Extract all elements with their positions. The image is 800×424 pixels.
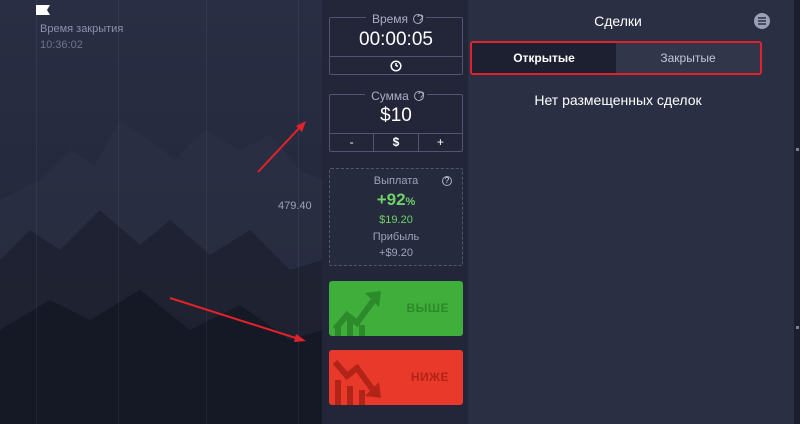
empty-deals-message: Нет размещенных сделок <box>534 92 702 108</box>
deals-title: Сделки <box>594 13 642 29</box>
deals-tabs: Открытые Закрытые <box>470 41 762 75</box>
edge-marker <box>796 148 799 151</box>
price-level-label: 479.40 <box>278 200 312 212</box>
higher-button-label: ВЫШЕ <box>406 301 449 315</box>
edge-marker <box>796 326 799 329</box>
help-icon[interactable]: ? <box>413 90 425 102</box>
lower-button[interactable]: НИЖЕ <box>329 350 463 405</box>
trade-panel: Время? 00:00:05 Сумма? $10 - $ + Выплата… <box>322 0 468 424</box>
help-icon[interactable]: ? <box>413 13 424 25</box>
trend-up-icon <box>332 291 381 336</box>
right-edge-bar <box>794 0 800 424</box>
timer-toggle-button[interactable] <box>330 56 462 74</box>
amount-value[interactable]: $10 <box>330 105 462 127</box>
trend-down-icon <box>332 360 381 405</box>
higher-button[interactable]: ВЫШЕ <box>329 281 463 336</box>
amount-increase-button[interactable]: + <box>417 134 462 151</box>
payout-percent: +92% <box>376 190 416 209</box>
flag-icon <box>36 5 50 15</box>
amount-field[interactable]: Сумма? $10 - $ + <box>329 89 463 152</box>
tab-open[interactable]: Открытые <box>472 43 616 73</box>
payout-amount: $19.20 <box>379 214 413 226</box>
close-time-label: Время закрытия <box>40 23 124 35</box>
time-field[interactable]: Время? 00:00:05 <box>329 12 463 75</box>
lower-button-label: НИЖЕ <box>410 370 449 384</box>
profit-amount: +$9.20 <box>379 247 413 259</box>
close-time-value: 10:36:02 <box>40 39 83 51</box>
currency-toggle-button[interactable]: $ <box>373 134 417 151</box>
timer-icon <box>390 59 402 72</box>
chart-background-mountains <box>0 120 322 424</box>
help-icon[interactable]: ? <box>442 176 452 186</box>
payout-box: Выплата ? +92% $19.20 Прибыль +$9.20 <box>329 168 463 266</box>
profit-label: Прибыль <box>372 231 420 243</box>
time-value[interactable]: 00:00:05 <box>330 29 462 51</box>
deals-panel: Сделки Открытые Закрытые Нет размещенных… <box>468 0 794 424</box>
time-label: Время <box>368 12 412 26</box>
tab-closed[interactable]: Закрытые <box>616 43 760 73</box>
menu-icon[interactable] <box>754 13 770 29</box>
amount-label: Сумма <box>368 89 412 103</box>
price-chart[interactable]: Время закрытия 10:36:02 479.40 <box>0 0 322 424</box>
amount-decrease-button[interactable]: - <box>330 134 373 151</box>
